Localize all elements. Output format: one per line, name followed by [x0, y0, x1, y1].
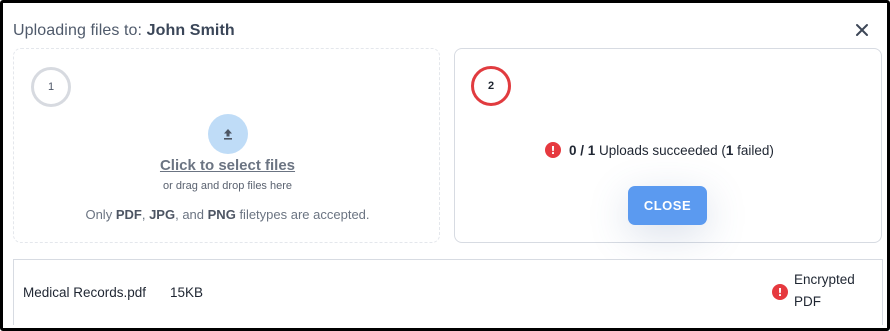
file-size: 15KB [170, 285, 204, 300]
error-icon: ! [545, 142, 561, 158]
close-icon-glyph [856, 24, 868, 36]
file-status-text: Encrypted PDF [794, 272, 855, 309]
upload-arrow-glyph [224, 129, 232, 140]
separator-2: , and [175, 207, 205, 222]
separator-1: , [141, 207, 146, 222]
failed-text: failed) [737, 142, 774, 158]
upload-status: ! 0 / 1 Uploads succeeded (1 failed) [545, 142, 774, 158]
step-number-1: 1 [31, 67, 71, 107]
close-icon[interactable] [853, 21, 871, 39]
recipient-name: John Smith [146, 22, 235, 39]
failed-count: 1 [725, 142, 734, 158]
title-prefix: Uploading files to: [13, 22, 143, 39]
upload-modal: Uploading files to: John Smith 1 Click t… [0, 0, 890, 331]
error-icon: ! [772, 284, 788, 300]
select-files-link[interactable]: Click to select files [14, 157, 441, 174]
file-status: ! Encrypted PDF [772, 269, 874, 313]
upload-arrow-icon[interactable] [208, 114, 248, 154]
close-button[interactable]: CLOSE [628, 186, 707, 225]
filetype-pdf: PDF [115, 207, 142, 222]
file-drop-zone[interactable]: 1 Click to select files or drag and drop… [13, 48, 440, 243]
accepted-filetypes-note: Only PDF, JPG, and PNG filetypes are acc… [14, 207, 441, 222]
succeeded-text: Uploads succeeded ( [599, 142, 726, 158]
step-number-2: 2 [471, 66, 511, 106]
file-list-row: Medical Records.pdf 15KB ! Encrypted PDF [13, 259, 883, 325]
modal-title: Uploading files to: John Smith [13, 22, 235, 40]
upload-results-panel: 2 ! 0 / 1 Uploads succeeded (1 failed) C… [454, 48, 882, 243]
filetype-jpg: JPG [149, 207, 176, 222]
upload-summary: 0 / 1 Uploads succeeded (1 failed) [569, 143, 774, 158]
succeeded-count: 0 / 1 [569, 142, 596, 158]
filetype-png: PNG [207, 207, 236, 222]
file-name: Medical Records.pdf [23, 285, 147, 300]
drag-drop-hint: or drag and drop files here [162, 180, 293, 192]
accepted-prefix: Only [85, 207, 113, 222]
accepted-suffix: filetypes are accepted. [239, 207, 370, 222]
